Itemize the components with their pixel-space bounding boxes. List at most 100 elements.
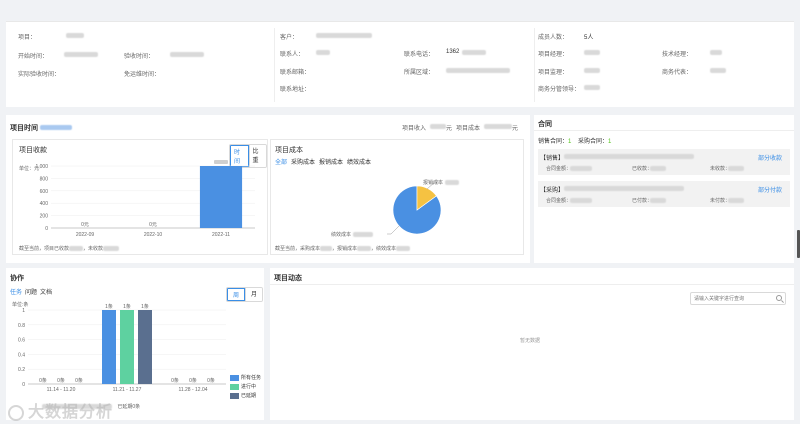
cost-tab-reimburse[interactable]: 报销成本 — [319, 157, 343, 166]
pie-leader-line — [387, 225, 400, 235]
legend-label: 所有任务 — [241, 375, 262, 381]
y-tick-label: 0 — [22, 382, 25, 388]
legend-swatch — [230, 374, 239, 381]
customer-value — [316, 33, 372, 38]
unreceived-value — [103, 246, 120, 252]
receipt-bar-chart: 0 200 400 600 800 1,000 0元 2022-09 0元 2022-10 2022… — [35, 160, 255, 238]
contract-status-link[interactable]: 部分付款 — [758, 185, 782, 194]
cost-tab-purchase[interactable]: 采购成本 — [291, 157, 315, 166]
address-label: 联系地址： — [280, 87, 311, 93]
x-tick-label: 11.14 - 11.20 — [47, 387, 76, 393]
bar-value-label: 0条 — [207, 377, 215, 384]
dynamics-search-box — [690, 292, 786, 305]
bar-value-label: 1条 — [123, 303, 131, 310]
cost-footer-mid2: ，绩效成本 — [371, 246, 397, 252]
empty-state-text: 暂无数据 — [520, 338, 541, 344]
paid-value — [650, 198, 666, 203]
collab-tab-doc[interactable]: 文档 — [40, 287, 52, 296]
legend-item[interactable]: 已延期 — [230, 392, 261, 399]
actual-accept-label: 实际验收时间： — [18, 72, 61, 78]
contract-counts: 销售合同：1 采购合同：1 — [538, 136, 611, 145]
y-tick-label: 0.2 — [18, 367, 25, 373]
collab-tab-issue[interactable]: 问题 — [25, 287, 37, 296]
cost-tab-perf[interactable]: 绩效成本 — [347, 157, 371, 166]
contract-amount-label: 合同金额： — [546, 198, 572, 204]
phone-value-hidden — [462, 50, 486, 55]
project-timeline-card: 项目时间 项目收入 元 项目成本 元 项目收款 时间 比重 单位：元 0 200 4… — [6, 115, 530, 263]
collab-footer-text: 已延期0条 — [117, 404, 141, 410]
biz-leader-value — [584, 85, 600, 90]
cost-tab-all[interactable]: 全部 — [275, 157, 287, 166]
y-tick-label: 400 — [40, 201, 49, 207]
accept-time-label: 验收时间： — [124, 54, 155, 60]
pie-value-reimburse — [445, 180, 459, 185]
pie-label-perf: 绩效成本 — [331, 232, 352, 238]
bar-value-label-hidden — [214, 160, 228, 164]
email-label: 联系邮箱： — [280, 70, 311, 76]
contract-name — [564, 154, 694, 159]
contract-amount-value — [570, 166, 592, 171]
unpaid-label: 未付款： — [710, 198, 731, 204]
y-tick-label: 0.6 — [18, 338, 25, 344]
unreceived-value — [728, 166, 744, 171]
income-value — [430, 124, 446, 129]
x-tick-label: 2022-10 — [144, 232, 163, 238]
collab-legend: 所有任务进行中已延期 — [230, 374, 261, 401]
timeline-title: 项目时间 — [10, 125, 38, 132]
bar-value-label: 0条 — [39, 377, 47, 384]
region-label: 所属区域： — [404, 70, 435, 76]
pie-value-perf — [353, 232, 373, 237]
y-tick-label: 0 — [45, 226, 48, 232]
legend-swatch — [230, 383, 239, 390]
watermark-logo-icon — [8, 404, 24, 421]
contract-amount-label: 合同金额： — [546, 166, 572, 172]
cost-panel: 项目成本 全部 采购成本 报销成本 绩效成本 报销成本 绩效成本 截至当前，采购… — [270, 139, 524, 255]
dynamics-card: 项目动态 暂无数据 — [270, 268, 794, 420]
contract-amount-value — [570, 198, 592, 203]
contract-item-purchase[interactable]: 【采购】 部分付款 合同金额： 已付款： 未付款： — [538, 181, 790, 207]
collab-tabs: 任务 问题 文档 — [10, 287, 52, 296]
cost-tabs: 全部 采购成本 报销成本 绩效成本 — [275, 157, 371, 166]
receipt-footer: 截至当前，项目已收款 ，未收款 — [19, 245, 120, 252]
phone-value: 1362 — [446, 49, 460, 55]
contract-name — [564, 186, 684, 191]
pie-label-reimburse: 报销成本 — [423, 180, 444, 186]
tech-manager-value — [710, 50, 722, 55]
receipt-panel: 项目收款 时间 比重 单位：元 0 200 400 600 800 1,000 0元 2022… — [12, 139, 268, 255]
y-tick-label: 600 — [40, 189, 49, 195]
members-value: 5人 — [584, 35, 594, 41]
collab-tab-task[interactable]: 任务 — [10, 287, 22, 296]
cost-footer-prefix: 截至当前，采购成本 — [275, 246, 321, 252]
purchase-cost-value — [320, 246, 333, 252]
paid-label: 已付款： — [632, 198, 653, 204]
supervisor-value — [584, 68, 600, 73]
legend-swatch — [230, 392, 239, 399]
cost-value — [484, 124, 512, 129]
contract-item-sales[interactable]: 【销售】 部分收款 合同金额： 已收款： 未收款： — [538, 149, 790, 175]
biz-leader-label: 商务分管领导： — [538, 87, 581, 93]
sales-count: 1 — [568, 139, 572, 145]
start-time-value — [64, 52, 98, 57]
contact-value — [316, 50, 330, 55]
y-tick-label: 200 — [40, 214, 49, 220]
legend-item[interactable]: 进行中 — [230, 383, 261, 390]
dynamics-search-input[interactable] — [694, 294, 772, 304]
x-tick-label: 2022-11 — [212, 232, 230, 238]
received-label: 已收款： — [632, 166, 653, 172]
cost-unit: 元 — [512, 126, 519, 132]
contract-status-link[interactable]: 部分收款 — [758, 153, 782, 162]
legend-item[interactable]: 所有任务 — [230, 374, 261, 381]
pm-label: 项目经理： — [538, 52, 569, 58]
collab-bar-chart: 00.20.40.60.810条 0条 0条11.14 - 11.201条 1条 1条1… — [18, 303, 226, 393]
contact-label: 联系人： — [280, 52, 305, 58]
income-unit: 元 — [446, 126, 453, 132]
unreceived-label: 未收款： — [710, 166, 731, 172]
pm-value — [584, 50, 600, 55]
bar-value-label: 0条 — [189, 377, 197, 384]
phone-label: 联系电话： — [404, 52, 435, 58]
cost-label: 项目成本 — [456, 126, 481, 132]
search-icon-handle — [781, 300, 784, 303]
project-label: 项目： — [18, 35, 37, 41]
received-value — [650, 166, 666, 171]
legend-label: 进行中 — [241, 384, 257, 390]
